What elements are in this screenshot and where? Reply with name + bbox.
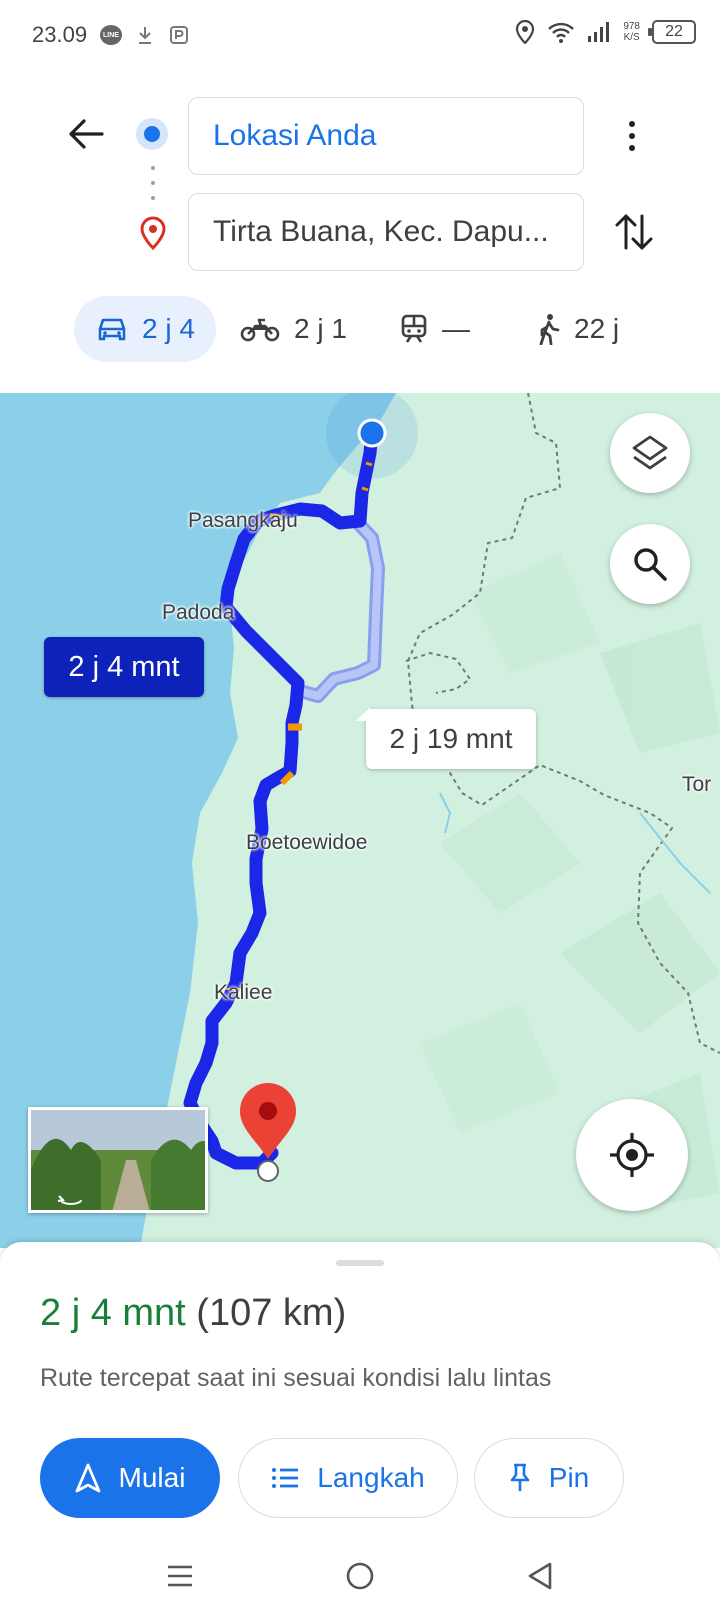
river	[639, 812, 711, 894]
more-options-button[interactable]	[618, 112, 646, 160]
route-duration: 2 j 4 mnt	[40, 1292, 186, 1334]
tab-driving[interactable]: 2 j 4	[74, 296, 216, 362]
wifi-icon	[548, 22, 575, 43]
steps-label: Langkah	[317, 1462, 425, 1493]
motorcycle-icon	[240, 318, 280, 342]
system-back-button[interactable]	[518, 1554, 562, 1598]
pin-label: Pin	[548, 1462, 590, 1493]
arrow-back-icon	[69, 119, 104, 149]
place-label-boetoewidoe: Boetoewidoe	[246, 831, 368, 854]
search-icon	[634, 548, 667, 581]
origin-dot-icon	[136, 118, 168, 150]
origin-field[interactable]: Lokasi Anda	[188, 97, 584, 175]
battery-icon: 22	[648, 20, 696, 44]
line-app-icon: LINE	[100, 25, 122, 45]
walking-time: 22 j	[574, 313, 620, 344]
status-bar: 23.09 LINE 978 K/S 22	[0, 0, 720, 72]
signal-icon	[588, 22, 610, 42]
parking-app-icon	[168, 24, 190, 46]
tab-transit[interactable]: —	[400, 296, 470, 362]
swap-vert-icon	[615, 214, 653, 250]
back-triangle-icon	[528, 1562, 552, 1590]
terrain-texture	[420, 553, 720, 1213]
transit-time: —	[442, 313, 470, 344]
car-icon	[98, 318, 126, 341]
system-nav-bar	[0, 1540, 720, 1612]
tab-walking[interactable]: 22 j	[536, 296, 619, 362]
pin-icon	[510, 1463, 530, 1491]
location-status-icon	[516, 20, 535, 44]
status-time: 23.09	[32, 22, 88, 47]
sheet-drag-handle[interactable]	[336, 1260, 384, 1266]
map-search-button[interactable]	[610, 524, 690, 604]
net-speed-value: 978	[623, 21, 640, 32]
route-summary: 2 j 4 mnt (107 km)	[40, 1292, 346, 1335]
route-note: Rute tercepat saat ini sesuai kondisi la…	[40, 1364, 552, 1392]
motorcycle-time: 2 j 1	[294, 313, 347, 344]
current-location-dot	[357, 418, 387, 448]
place-label-pasangkaju: Pasangkaju	[188, 509, 298, 532]
home-circle-icon	[346, 1562, 374, 1590]
route-distance: (107 km)	[196, 1292, 347, 1334]
navigation-arrow-icon	[75, 1463, 100, 1493]
route-primary-chip[interactable]: 2 j 4 mnt	[44, 637, 204, 697]
tab-motorcycle[interactable]: 2 j 1	[240, 296, 347, 362]
destination-pin-icon	[140, 216, 166, 250]
place-label-padoda: Padoda	[162, 601, 235, 624]
system-icons: 978 K/S 22	[515, 20, 696, 44]
layers-button[interactable]	[610, 413, 690, 493]
street-view-thumbnail[interactable]	[28, 1107, 208, 1213]
layers-icon	[632, 435, 668, 470]
street-view-image	[31, 1110, 205, 1210]
travel-mode-tabs: 2 j 4 2 j 1 — 22 j	[0, 296, 720, 362]
net-speed: 978 K/S	[623, 21, 640, 43]
my-location-button[interactable]	[576, 1099, 688, 1211]
home-button[interactable]	[338, 1554, 382, 1598]
net-speed-unit: K/S	[623, 32, 640, 43]
destination-field[interactable]: Tirta Buana, Kec. Dapu...	[188, 193, 584, 271]
steps-button[interactable]: Langkah	[238, 1438, 458, 1518]
start-label: Mulai	[118, 1462, 186, 1493]
route-alternate-chip[interactable]: 2 j 19 mnt	[356, 707, 536, 769]
start-button[interactable]: Mulai	[40, 1438, 220, 1518]
train-icon	[401, 314, 427, 343]
map-view[interactable]: Pasangkaju Padoda Boetoewidoe Kaliee Tor…	[0, 393, 720, 1248]
crosshair-icon	[610, 1133, 654, 1177]
swap-button[interactable]	[612, 208, 656, 256]
route-connector	[151, 166, 155, 200]
menu-icon	[168, 1565, 192, 1587]
pin-button[interactable]: Pin	[474, 1438, 624, 1518]
recents-button[interactable]	[158, 1554, 202, 1598]
notification-icons: LINE	[100, 24, 190, 46]
download-icon	[134, 24, 156, 46]
list-icon	[272, 1468, 299, 1488]
destination-marker-icon	[240, 1083, 296, 1159]
walk-icon	[539, 314, 560, 345]
place-label-tor: Tor	[682, 773, 712, 796]
place-label-kaliee: Kaliee	[214, 981, 273, 1004]
back-button[interactable]	[60, 108, 112, 160]
driving-time: 2 j 4	[142, 313, 195, 344]
